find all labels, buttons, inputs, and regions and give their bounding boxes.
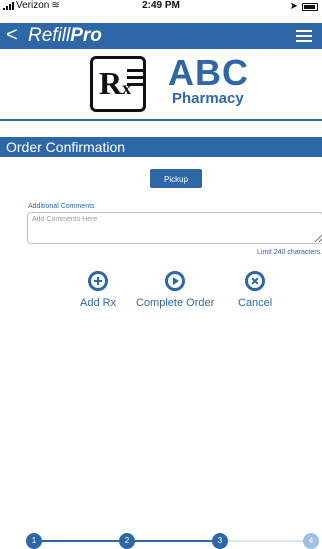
complete-order-label: Complete Order xyxy=(136,297,215,309)
rx-logo-icon: Rx xyxy=(90,56,146,112)
add-rx-button[interactable]: Add Rx xyxy=(80,271,116,309)
progress-stepper: 1 2 3 4 xyxy=(0,532,322,549)
step-3[interactable]: 3 xyxy=(212,533,228,549)
menu-icon[interactable] xyxy=(296,30,312,42)
header-divider xyxy=(0,119,322,121)
rx-lines xyxy=(127,69,143,90)
app-title: RefillPro xyxy=(28,25,102,47)
order-confirmation-header: Order Confirmation xyxy=(0,137,322,157)
step-2[interactable]: 2 xyxy=(119,533,135,549)
add-rx-label: Add Rx xyxy=(80,297,117,309)
complete-order-button[interactable]: Complete Order xyxy=(136,271,214,309)
status-right: ➤ xyxy=(290,1,318,12)
pickup-button[interactable]: Pickup xyxy=(150,169,202,188)
status-time: 2:49 PM xyxy=(142,0,180,11)
location-icon: ➤ xyxy=(289,1,298,12)
app-title-bold: Pro xyxy=(70,25,102,46)
comments-input[interactable] xyxy=(27,212,322,244)
cancel-circle-icon xyxy=(245,271,266,291)
nav-bar: < RefillPro xyxy=(0,23,322,49)
battery-icon xyxy=(302,2,318,11)
page-title: Order Confirmation xyxy=(6,139,126,155)
add-circle-icon xyxy=(88,271,109,291)
step-4[interactable]: 4 xyxy=(303,533,319,549)
logo-subtitle: Pharmacy xyxy=(172,90,244,107)
app-title-prefix: Refill xyxy=(28,25,71,46)
cancel-button[interactable]: Cancel xyxy=(238,271,272,309)
step-1[interactable]: 1 xyxy=(26,533,42,549)
play-circle-icon xyxy=(165,271,186,291)
logo-name: ABC xyxy=(168,52,249,93)
pharmacy-logo: Rx ABC Pharmacy xyxy=(90,52,260,112)
comments-label: Additional Comments xyxy=(28,203,95,210)
character-limit-text: Limit 240 characters. xyxy=(257,249,322,256)
progress-line-remaining xyxy=(220,540,314,542)
status-bar: Verizon ≋ 2:49 PM ➤ xyxy=(0,0,322,12)
back-button[interactable]: < xyxy=(6,25,18,45)
cancel-label: Cancel xyxy=(238,297,273,309)
